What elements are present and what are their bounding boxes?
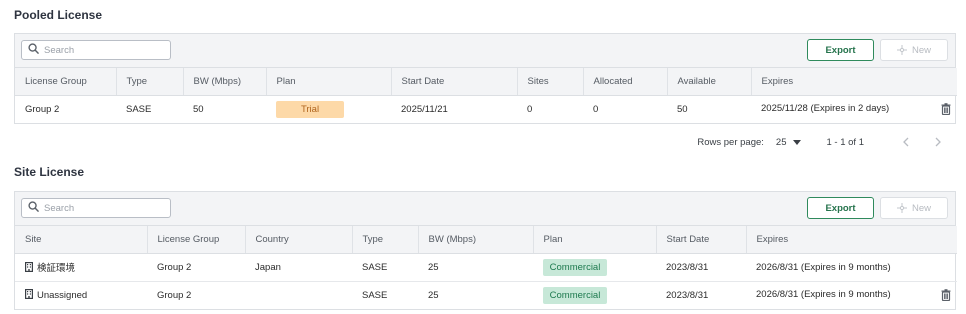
rows-per-page-select[interactable]: 25 [776, 137, 801, 148]
pooled-new-label: New [911, 44, 931, 56]
cell-expires: 2026/8/31 (Expires in 9 months) [746, 281, 957, 309]
plan-badge-commercial: Commercial [543, 258, 607, 276]
cell-plan: Trial [266, 95, 391, 123]
plus-icon [896, 45, 907, 55]
site-license-table: Site License Group Country Type BW (Mbps… [15, 226, 957, 309]
pooled-license-table: License Group Type BW (Mbps) Plan Start … [15, 68, 957, 123]
site-name: Unassigned [37, 290, 88, 302]
search-icon [28, 43, 39, 57]
table-row[interactable]: Group 2 SASE 50 Trial 2025/11/21 0 0 50 … [15, 95, 957, 123]
cell-bw: 50 [193, 103, 204, 115]
expires-text: 2026/8/31 (Expires in 9 months) [756, 289, 891, 301]
building-icon [25, 262, 33, 272]
column-header-type[interactable]: Type [116, 68, 184, 96]
cell-site: Unassigned [15, 281, 147, 309]
pooled-license-card: Export New License Group Type BW (Mbps) … [14, 33, 957, 124]
cell-expires: 2026/8/31 (Expires in 9 months) [746, 253, 957, 282]
plan-badge-commercial: Commercial [543, 286, 607, 304]
cell-start-date: 2023/8/31 [666, 289, 709, 301]
plus-icon [896, 203, 907, 213]
pooled-license-title: Pooled License [14, 8, 103, 22]
search-icon [28, 201, 39, 215]
cell-license-group: Group 2 [157, 289, 192, 301]
site-new-label: New [911, 202, 931, 214]
column-header-license-group[interactable]: License Group [15, 68, 117, 96]
chevron-down-icon [792, 139, 801, 145]
pagination-range: 1 - 1 of 1 [826, 136, 865, 148]
cell-start-date: 2025/11/21 [401, 103, 448, 115]
cell-country [245, 281, 352, 309]
pooled-search-box[interactable] [21, 40, 171, 60]
site-license-title: Site License [14, 165, 85, 179]
cell-sites: 0 [527, 103, 533, 115]
cell-plan: Commercial [533, 253, 656, 282]
cell-bw: 25 [428, 289, 439, 301]
column-header-start-date[interactable]: Start Date [391, 68, 518, 96]
rows-per-page-label: Rows per page: [697, 136, 764, 148]
cell-plan: Commercial [533, 281, 656, 309]
cell-license-group: Group 2 [25, 103, 60, 115]
column-header-plan[interactable]: Plan [533, 226, 657, 254]
site-license-card: Export New Site License Group Country Ty… [14, 191, 957, 310]
cell-available: 50 [677, 103, 688, 115]
column-header-site[interactable]: Site [15, 226, 148, 254]
plan-badge-trial: Trial [276, 100, 344, 118]
site-name: 検証環境 [37, 263, 76, 274]
table-row[interactable]: Unassigned Group 2 SASE 25 Commercial 20… [15, 281, 957, 309]
cell-allocated: 0 [593, 103, 599, 115]
cell-country: Japan [245, 253, 352, 282]
column-header-expires[interactable]: Expires [751, 68, 957, 96]
column-header-start-date[interactable]: Start Date [656, 226, 747, 254]
cell-expires: 2025/11/28 (Expires in 2 days) [751, 95, 957, 123]
column-header-type[interactable]: Type [352, 226, 419, 254]
column-header-bw[interactable]: BW (Mbps) [418, 226, 534, 254]
cell-site: 検証環境 [15, 253, 147, 282]
column-header-allocated[interactable]: Allocated [583, 68, 668, 96]
rows-per-page-value: 25 [775, 136, 787, 148]
column-header-plan[interactable]: Plan [266, 68, 392, 96]
expires-text: 2025/11/28 (Expires in 2 days) [761, 103, 890, 115]
pooled-toolbar: Export New [15, 34, 955, 68]
pooled-header-row: License Group Type BW (Mbps) Plan Start … [15, 68, 957, 96]
column-header-expires[interactable]: Expires [746, 226, 957, 254]
cell-license-group: Group 2 [147, 253, 245, 282]
site-new-button[interactable]: New [880, 197, 948, 219]
pooled-search-input[interactable] [44, 44, 164, 56]
pagination: Rows per page: 25 1 - 1 of 1 [697, 134, 946, 150]
trash-icon[interactable] [941, 289, 951, 302]
pooled-export-button[interactable]: Export [807, 39, 874, 61]
site-export-button[interactable]: Export [807, 197, 874, 219]
column-header-available[interactable]: Available [667, 68, 752, 96]
site-search-input[interactable] [44, 202, 164, 214]
cell-bw: 25 [418, 253, 533, 282]
building-icon [25, 289, 33, 300]
cell-type: SASE [362, 289, 388, 301]
column-header-country[interactable]: Country [245, 226, 353, 254]
pooled-new-button[interactable]: New [880, 39, 948, 61]
table-row[interactable]: 検証環境 Group 2 Japan SASE 25 Commercial 20… [15, 253, 957, 282]
site-search-box[interactable] [21, 198, 171, 218]
cell-type: SASE [126, 103, 152, 115]
column-header-bw[interactable]: BW (Mbps) [183, 68, 267, 96]
chevron-left-icon[interactable] [898, 137, 914, 147]
column-header-sites[interactable]: Sites [517, 68, 584, 96]
cell-type: SASE [352, 253, 418, 282]
column-header-license-group[interactable]: License Group [147, 226, 246, 254]
cell-start-date: 2023/8/31 [656, 253, 746, 282]
site-header-row: Site License Group Country Type BW (Mbps… [15, 226, 957, 254]
chevron-right-icon[interactable] [930, 137, 946, 147]
trash-icon[interactable] [941, 103, 951, 116]
site-toolbar: Export New [15, 192, 955, 226]
